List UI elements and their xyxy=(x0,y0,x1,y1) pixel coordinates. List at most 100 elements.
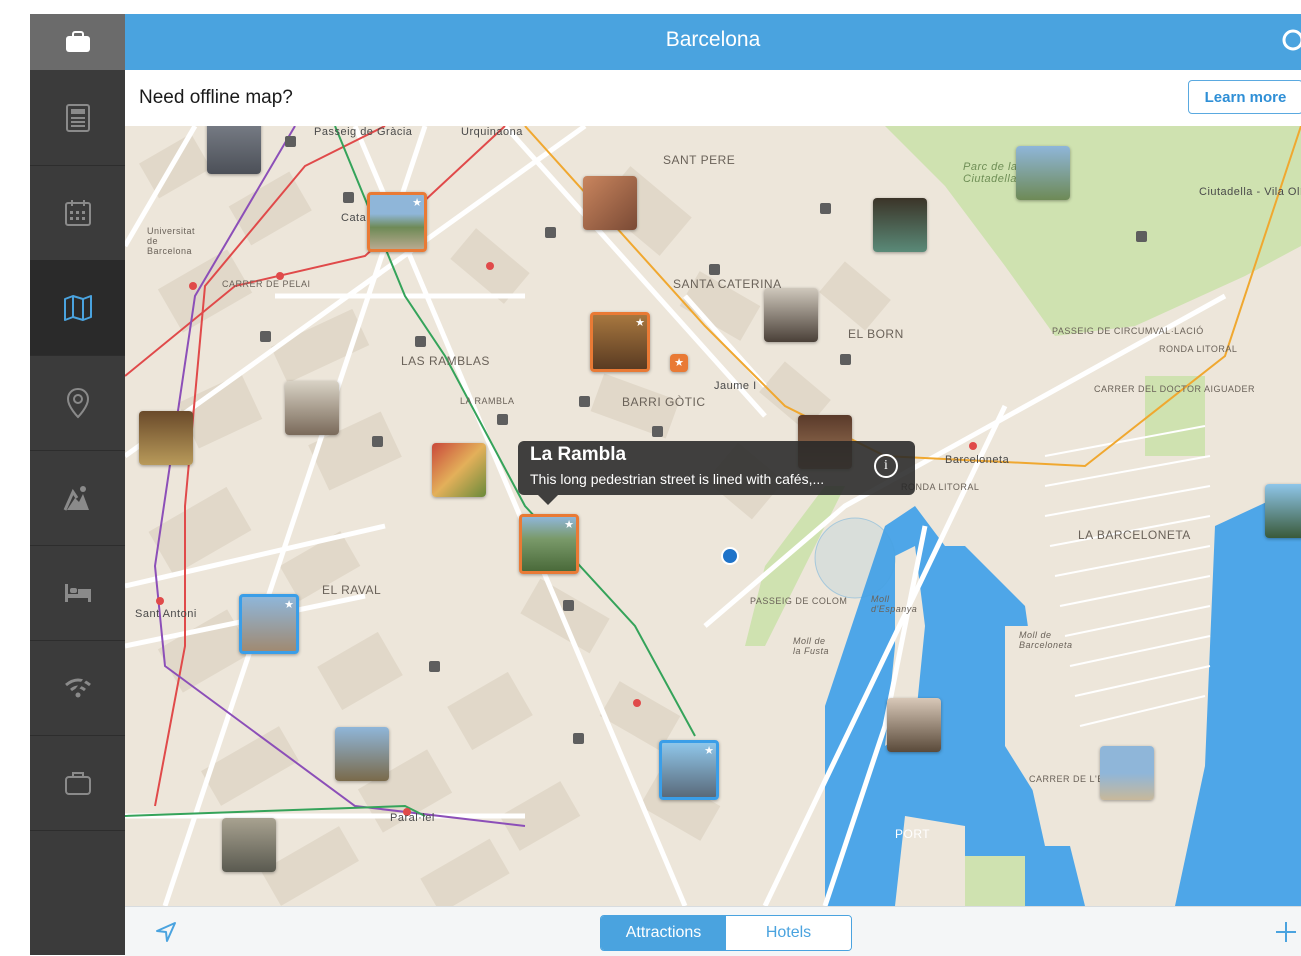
featured-attraction-thumbnail[interactable]: ★ xyxy=(590,312,650,372)
hotel-bed-icon xyxy=(64,583,91,602)
suitcase-icon xyxy=(65,31,90,52)
attraction-thumbnail[interactable] xyxy=(285,381,339,435)
attraction-thumbnail[interactable] xyxy=(139,411,193,465)
poi-marker[interactable] xyxy=(573,733,584,744)
attraction-thumbnail[interactable] xyxy=(222,818,276,872)
poi-marker[interactable] xyxy=(285,136,296,147)
map-label: CARRER DE PELAI xyxy=(222,279,311,289)
sidebar-item-hotels[interactable] xyxy=(30,545,125,641)
poi-marker[interactable] xyxy=(429,661,440,672)
map-label: Paral·lel xyxy=(390,812,435,824)
learn-more-button[interactable]: Learn more xyxy=(1188,80,1301,114)
map-label: Moll de la Fusta xyxy=(793,636,830,656)
poi-marker[interactable] xyxy=(372,436,383,447)
map-label: PORT xyxy=(895,827,931,841)
map-label: BARRI GÒTIC xyxy=(622,395,706,409)
sidebar-item-map[interactable] xyxy=(30,260,125,356)
attraction-thumbnail[interactable] xyxy=(764,288,818,342)
map-view[interactable]: SANT PERE SANTA CATERINA EL BORN BARRI G… xyxy=(125,126,1301,906)
star-icon: ★ xyxy=(564,519,574,531)
map-label: EL RAVAL xyxy=(322,583,382,597)
callout-description: This long pedestrian street is lined wit… xyxy=(530,471,825,487)
featured-marker[interactable]: ★ xyxy=(670,354,688,372)
app: Barcelona SANT PERE SANTA CATERINA EL BO… xyxy=(0,0,1301,956)
poi-marker[interactable] xyxy=(415,336,426,347)
map-icon xyxy=(63,294,92,321)
hiking-icon xyxy=(63,485,89,511)
map-filter-segmented-control: Attractions Hotels xyxy=(600,915,852,951)
selected-attraction-thumbnail[interactable]: ★ xyxy=(519,514,579,574)
map-label: Urquinaona xyxy=(461,126,523,138)
map-label: LA BARCELONETA xyxy=(1078,528,1191,542)
attraction-thumbnail[interactable] xyxy=(1265,484,1301,538)
sidebar-item-activities[interactable] xyxy=(30,450,125,546)
sidebar-item-trips[interactable] xyxy=(30,735,125,831)
sidebar-item-wifi[interactable] xyxy=(30,640,125,736)
attraction-thumbnail[interactable] xyxy=(887,698,941,752)
attraction-thumbnail[interactable] xyxy=(1100,746,1154,800)
map-label: Sant Antoni xyxy=(135,608,197,620)
tab-hotels[interactable]: Hotels xyxy=(726,916,851,950)
sidebar xyxy=(30,14,125,955)
map-label: Passeig de Gràcia xyxy=(314,126,413,138)
poi-marker[interactable] xyxy=(563,600,574,611)
sidebar-item-guide[interactable] xyxy=(30,70,125,166)
page-title: Barcelona xyxy=(665,28,761,51)
calendar-icon xyxy=(64,199,91,226)
poi-marker[interactable] xyxy=(652,426,663,437)
map-label: PASSEIG DE COLOM xyxy=(750,596,848,606)
search-icon[interactable] xyxy=(1280,28,1301,56)
sidebar-item-places[interactable] xyxy=(30,355,125,451)
map-label: CARRER DEL DOCTOR AIGUADER xyxy=(1094,384,1256,394)
poi-marker[interactable] xyxy=(343,192,354,203)
attraction-thumbnail[interactable] xyxy=(873,198,927,252)
guide-book-icon xyxy=(65,103,90,132)
tab-attractions[interactable]: Attractions xyxy=(601,916,726,950)
map-label: Jaume I xyxy=(714,380,757,392)
poi-marker[interactable] xyxy=(260,331,271,342)
map-label: Moll de Barceloneta xyxy=(1019,630,1073,650)
sidebar-item-suitcase[interactable] xyxy=(30,14,125,70)
star-icon: ★ xyxy=(284,599,294,611)
map-label: LA RAMBLA xyxy=(460,396,515,406)
attraction-thumbnail[interactable] xyxy=(432,443,486,497)
left-margin xyxy=(0,0,30,955)
callout-title: La Rambla xyxy=(530,444,627,465)
map-label: RONDA LITORAL xyxy=(1159,344,1238,354)
star-icon: ★ xyxy=(704,745,714,757)
sidebar-item-calendar[interactable] xyxy=(30,165,125,261)
star-icon: ★ xyxy=(412,197,422,209)
map-label: Ciutadella - Vila Olímpica xyxy=(1199,186,1301,198)
attraction-callout[interactable]: La Rambla This long pedestrian street is… xyxy=(518,441,915,495)
favorite-attraction-thumbnail[interactable]: ★ xyxy=(239,594,299,654)
poi-marker[interactable] xyxy=(820,203,831,214)
top-bar: Barcelona xyxy=(125,14,1301,70)
poi-marker[interactable] xyxy=(579,396,590,407)
attraction-thumbnail[interactable] xyxy=(1016,146,1070,200)
poi-marker[interactable] xyxy=(545,227,556,238)
featured-attraction-thumbnail[interactable]: ★ xyxy=(367,192,427,252)
briefcase-icon xyxy=(64,771,91,795)
attraction-thumbnail[interactable] xyxy=(335,727,389,781)
offline-map-banner: Need offline map? Learn more xyxy=(125,70,1301,126)
map-label: Moll d'Espanya xyxy=(871,594,918,614)
bottom-toolbar: Attractions Hotels xyxy=(125,906,1301,956)
offline-map-message: Need offline map? xyxy=(139,87,293,108)
poi-marker[interactable] xyxy=(709,264,720,275)
location-pin-icon xyxy=(66,387,89,418)
map-label: SANT PERE xyxy=(663,153,736,167)
favorite-attraction-thumbnail[interactable]: ★ xyxy=(659,740,719,800)
info-icon[interactable]: i xyxy=(874,454,898,478)
poi-marker[interactable] xyxy=(497,414,508,425)
plus-icon[interactable] xyxy=(1275,921,1297,943)
map-label: Universitat de Barcelona xyxy=(147,226,196,256)
poi-marker[interactable] xyxy=(840,354,851,365)
map-label: EL BORN xyxy=(848,327,904,341)
location-arrow-icon[interactable] xyxy=(155,921,177,943)
callout-pointer xyxy=(538,495,558,505)
attraction-thumbnail[interactable] xyxy=(207,126,261,174)
attraction-thumbnail[interactable] xyxy=(583,176,637,230)
poi-marker[interactable] xyxy=(1136,231,1147,242)
map-label: Barceloneta xyxy=(945,454,1010,466)
map-label: Parc de la Ciutadella xyxy=(963,161,1018,185)
